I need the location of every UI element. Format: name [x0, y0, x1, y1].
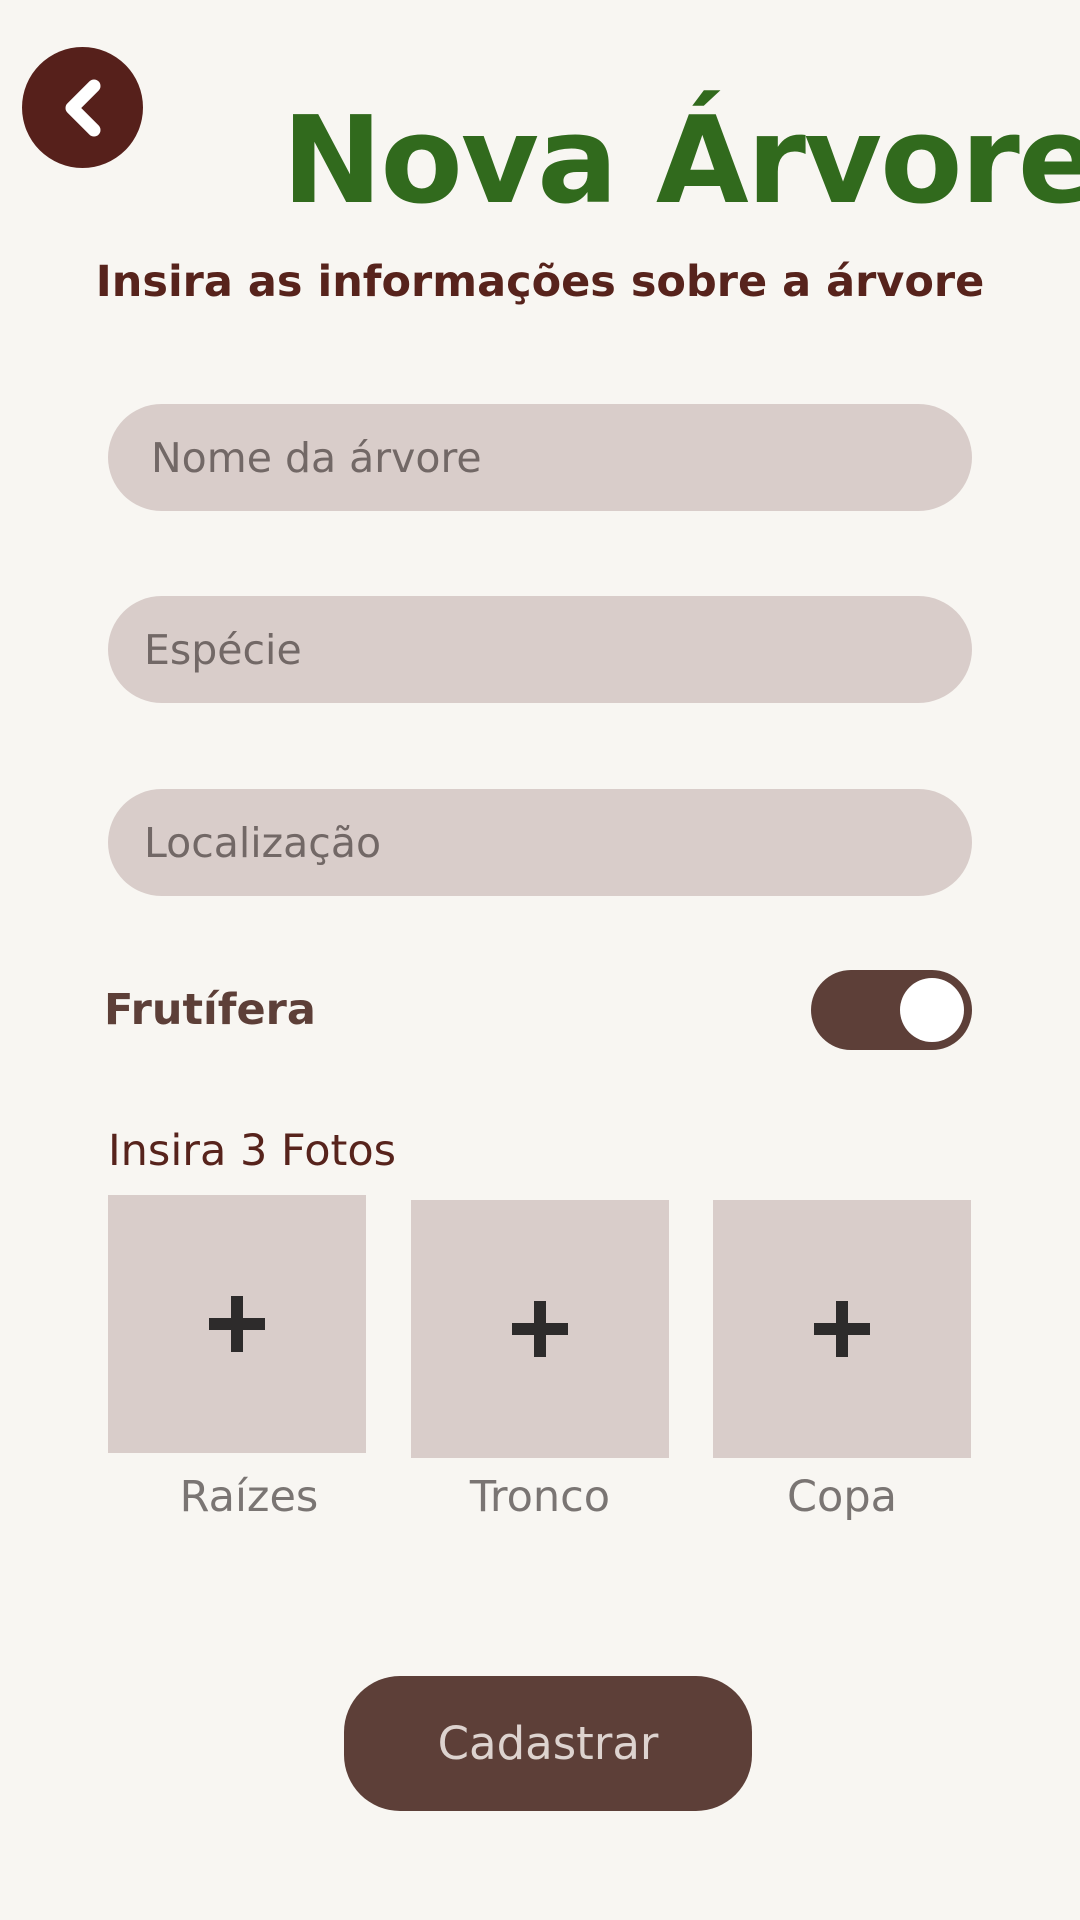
chevron-left-icon	[58, 78, 108, 138]
species-input[interactable]	[144, 596, 972, 703]
plus-icon	[209, 1296, 265, 1352]
add-photo-canopy-button[interactable]	[713, 1200, 971, 1458]
location-field-container	[108, 789, 972, 896]
page-subtitle: Insira as informações sobre a árvore	[95, 257, 985, 307]
add-photo-roots-button[interactable]	[108, 1195, 366, 1453]
plus-icon	[814, 1301, 870, 1357]
photo-caption-canopy: Copa	[787, 1472, 897, 1522]
back-button[interactable]	[22, 47, 143, 168]
photos-label: Insira 3 Fotos	[108, 1126, 397, 1176]
fruit-bearing-label: Frutífera	[104, 985, 316, 1035]
tree-name-input[interactable]	[151, 404, 972, 511]
species-field-container	[108, 596, 972, 703]
toggle-knob	[900, 978, 964, 1042]
photo-caption-roots: Raízes	[179, 1472, 319, 1522]
plus-icon	[512, 1301, 568, 1357]
add-photo-trunk-button[interactable]	[411, 1200, 669, 1458]
register-button[interactable]: Cadastrar	[344, 1676, 752, 1811]
tree-name-field-container	[108, 404, 972, 511]
location-input[interactable]	[144, 789, 972, 896]
page-title: Nova Árvore	[282, 92, 1080, 231]
photo-caption-trunk: Tronco	[469, 1472, 611, 1522]
fruit-bearing-toggle[interactable]	[811, 970, 972, 1050]
